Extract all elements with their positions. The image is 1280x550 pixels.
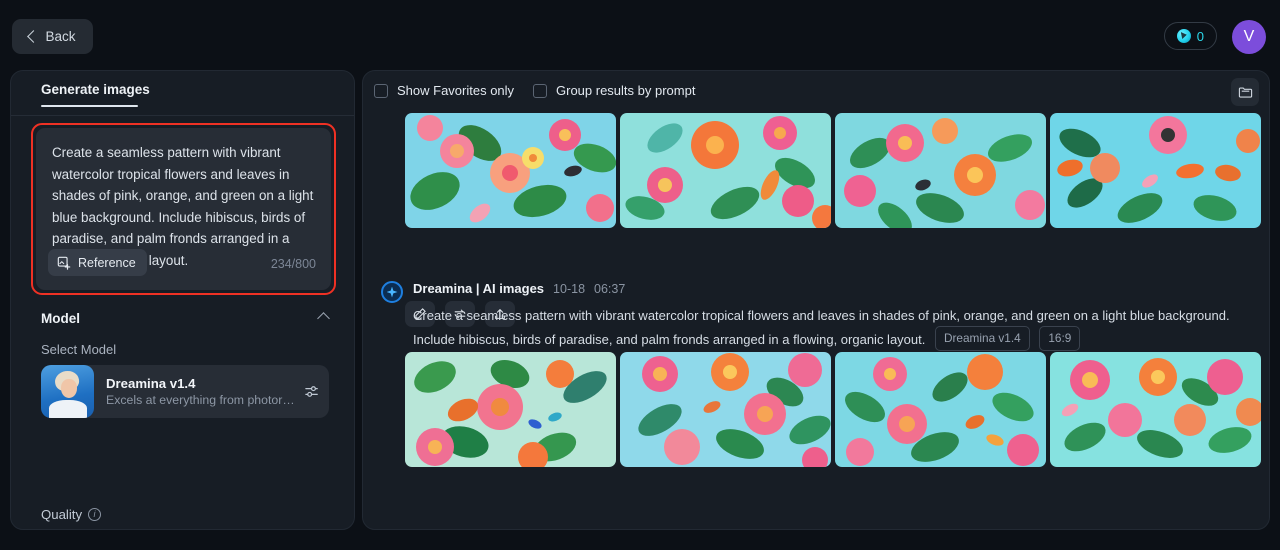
credits-badge[interactable]: 0 <box>1163 22 1217 50</box>
tropical-pattern-image <box>405 113 616 228</box>
quality-label: Quality <box>41 507 83 522</box>
result-thumbnail[interactable] <box>835 113 1046 228</box>
ratio-tag: 16:9 <box>1039 326 1081 351</box>
model-tag: Dreamina v1.4 <box>934 326 1030 351</box>
back-button-label: Back <box>45 29 76 44</box>
reference-button[interactable]: Reference <box>48 249 147 276</box>
result-thumbnail[interactable] <box>1050 113 1261 228</box>
select-model-label: Select Model <box>41 342 117 357</box>
tropical-pattern-image <box>835 352 1046 467</box>
tropical-pattern-image <box>1050 113 1261 228</box>
tropical-pattern-image <box>620 352 831 467</box>
character-counter: 234/800 <box>270 257 316 271</box>
model-thumbnail <box>41 365 94 418</box>
chevron-up-icon[interactable] <box>317 312 330 325</box>
top-bar: Back 0 V <box>0 0 1280 72</box>
tropical-pattern-image <box>620 113 831 228</box>
result-thumbnail[interactable] <box>835 352 1046 467</box>
model-name: Dreamina v1.4 <box>106 376 196 391</box>
model-section-title: Model <box>41 311 80 326</box>
result-image-row <box>405 113 1261 228</box>
group-results-checkbox[interactable]: Group results by prompt <box>533 83 695 98</box>
dreamina-logo-icon <box>381 281 403 303</box>
chevron-left-icon <box>27 30 41 43</box>
group-results-label: Group results by prompt <box>556 83 696 98</box>
model-section-header[interactable]: Model <box>41 311 331 326</box>
coin-icon <box>1176 29 1191 43</box>
show-favorites-checkbox[interactable]: Show Favorites only <box>374 83 514 98</box>
quality-row: Quality i <box>41 507 102 522</box>
result-title-row: Dreamina | AI images 10-18 06:37 <box>413 281 625 296</box>
result-thumbnail[interactable] <box>405 113 616 228</box>
result-thumbnail[interactable] <box>405 352 616 467</box>
model-description: Excels at everything from photoreali… <box>106 393 295 407</box>
prompt-input-area[interactable]: Create a seamless pattern with vibrant w… <box>36 128 331 290</box>
result-time: 06:37 <box>594 282 626 296</box>
info-icon[interactable]: i <box>88 508 102 521</box>
checkbox-icon[interactable] <box>374 83 388 98</box>
result-date: 10-18 <box>553 282 586 296</box>
checkbox-icon[interactable] <box>533 83 547 98</box>
tab-generate-images[interactable]: Generate images <box>41 82 150 97</box>
tropical-pattern-image <box>1050 352 1261 467</box>
tab-active-underline <box>41 105 138 107</box>
add-image-icon <box>57 256 71 270</box>
credits-count: 0 <box>1196 28 1204 44</box>
results-panel: Show Favorites only Group results by pro… <box>362 70 1270 530</box>
tropical-pattern-image <box>405 352 616 467</box>
result-prompt: Create a seamless pattern with vibrant w… <box>413 308 1230 347</box>
model-settings-button[interactable] <box>295 383 329 400</box>
folder-icon <box>1238 86 1252 98</box>
result-title: Dreamina | AI images <box>413 281 545 296</box>
prompt-box-highlight: Create a seamless pattern with vibrant w… <box>31 123 336 295</box>
show-favorites-label: Show Favorites only <box>397 83 515 98</box>
avatar-initial: V <box>1243 28 1255 45</box>
result-thumbnail[interactable] <box>620 352 831 467</box>
results-header: Show Favorites only Group results by pro… <box>363 71 1269 113</box>
result-thumbnail[interactable] <box>1050 352 1261 467</box>
result-thumbnail[interactable] <box>620 113 831 228</box>
back-button[interactable]: Back <box>12 19 93 54</box>
panel-tabs: Generate images <box>11 71 354 116</box>
model-info: Dreamina v1.4 Excels at everything from … <box>94 376 295 407</box>
model-card[interactable]: Dreamina v1.4 Excels at everything from … <box>41 365 329 418</box>
tropical-pattern-image <box>835 113 1046 228</box>
avatar[interactable]: V <box>1232 20 1266 54</box>
result-image-row <box>405 352 1261 467</box>
generate-panel: Generate images Create a seamless patter… <box>10 70 355 530</box>
sliders-icon <box>304 386 318 397</box>
reference-button-label: Reference <box>78 255 136 270</box>
folder-button[interactable] <box>1231 78 1259 106</box>
result-prompt-wrapper: Create a seamless pattern with vibrant w… <box>413 305 1258 351</box>
